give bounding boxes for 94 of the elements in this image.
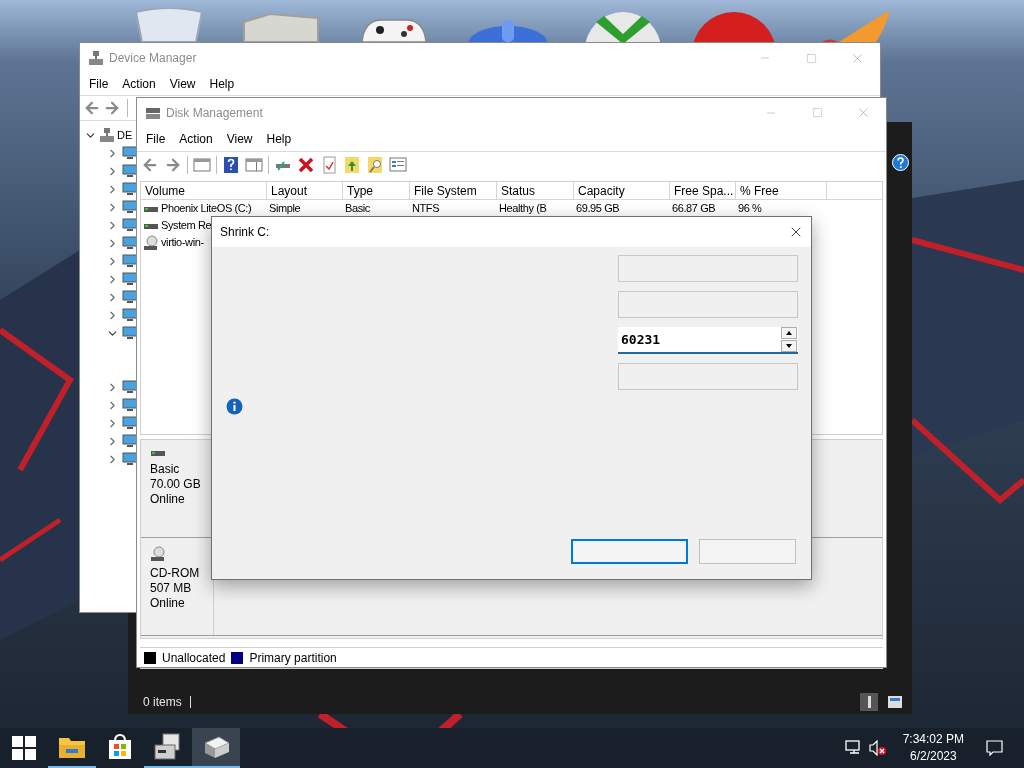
action-pane-icon[interactable] — [245, 155, 263, 174]
list-view-icon[interactable] — [389, 155, 407, 174]
column-header[interactable]: Free Spa... — [670, 182, 736, 199]
cd-drive-icon — [150, 546, 166, 562]
table-cell-text: 69.95 GB — [576, 201, 620, 217]
up-triangle-icon — [786, 331, 792, 335]
device-icon — [122, 218, 138, 232]
down-triangle-icon — [786, 344, 792, 348]
spin-down-button[interactable] — [781, 340, 797, 352]
table-cell-text: Healthy (B — [499, 201, 547, 217]
clock[interactable]: 7:34:02 PM 6/2/2023 — [896, 731, 970, 765]
folder-search-icon[interactable] — [366, 155, 384, 174]
device-icon — [122, 254, 138, 268]
printer-icon — [153, 733, 183, 761]
device-icon — [122, 308, 138, 322]
window-panes-icon — [12, 736, 36, 760]
help-icon[interactable] — [892, 154, 909, 171]
delete-icon[interactable] — [297, 155, 315, 174]
table-cell-text: Simple — [269, 201, 301, 217]
table-cell-text: 96 % — [738, 201, 762, 217]
menu-item[interactable]: File — [82, 75, 116, 93]
view-icon[interactable] — [860, 693, 878, 711]
table-cell-text: Basic — [345, 201, 370, 217]
disk-info-text: CD-ROM — [150, 566, 201, 581]
table-cell-text: System Re — [161, 218, 212, 234]
console-tree-icon[interactable] — [193, 155, 211, 174]
clock-time: 7:34:02 PM — [902, 731, 964, 748]
network-icon[interactable] — [844, 740, 863, 756]
dialog-button[interactable] — [571, 539, 688, 564]
speaker-icon[interactable] — [868, 740, 887, 756]
maximize-icon — [811, 107, 823, 118]
device-icon — [122, 236, 138, 250]
forward-icon[interactable] — [103, 99, 121, 117]
folder-icon — [58, 735, 86, 759]
menu-item[interactable]: File — [139, 130, 173, 148]
window-title: Device Manager — [109, 50, 197, 67]
disk-info-text: 507 MB — [150, 581, 193, 596]
device-icon — [122, 452, 138, 466]
device-icon — [122, 380, 138, 394]
device-icon — [122, 398, 138, 412]
column-header[interactable]: Type — [343, 182, 410, 199]
table-cell-text: NTFS — [412, 201, 440, 217]
window-title: Disk Management — [166, 104, 263, 122]
device-icon — [122, 164, 138, 178]
disk-info-text: Online — [150, 492, 186, 507]
tree-label[interactable]: DE — [117, 126, 133, 144]
device-icon — [122, 182, 138, 196]
table-cell-text: virtio-win- — [161, 235, 204, 251]
back-icon[interactable] — [83, 99, 101, 117]
column-header[interactable]: Capacity — [574, 182, 670, 199]
checked-document-icon[interactable] — [320, 155, 338, 174]
column-header[interactable]: Volume — [141, 182, 267, 199]
view-icon[interactable] — [886, 693, 904, 711]
legend-label: Unallocated — [162, 650, 226, 667]
taskbar-app-button[interactable] — [192, 728, 240, 768]
menu-item[interactable]: Action — [115, 75, 163, 93]
cd-drive-icon — [143, 234, 159, 251]
spin-up-button[interactable] — [781, 327, 797, 339]
device-icon — [122, 326, 138, 340]
column-header[interactable]: File System — [410, 182, 497, 199]
disk-info-text: Basic — [150, 462, 181, 477]
disk-info-text: Online — [150, 596, 186, 611]
device-icon — [122, 146, 138, 160]
device-icon — [122, 416, 138, 430]
shopping-bag-icon — [108, 734, 132, 760]
table-cell-text: 66.87 GB — [672, 201, 716, 217]
device-icon — [122, 290, 138, 304]
spin-box[interactable]: 60231 — [618, 327, 798, 354]
help-icon[interactable] — [222, 155, 240, 174]
column-header[interactable]: Status — [497, 182, 574, 199]
menu-item[interactable]: View — [219, 130, 260, 148]
drive-icon — [150, 448, 166, 458]
column-header[interactable]: % Free — [736, 182, 827, 199]
menu-item[interactable]: View — [162, 75, 203, 93]
device-icon — [122, 200, 138, 214]
menu-item[interactable]: Help — [259, 130, 299, 148]
column-header[interactable]: Layout — [267, 182, 343, 199]
folder-up-icon[interactable] — [343, 155, 361, 174]
clock-date: 6/2/2023 — [909, 748, 957, 765]
menu-item[interactable]: Action — [172, 130, 220, 148]
status-text: 0 items — [143, 694, 182, 711]
computer-tree-icon — [88, 50, 104, 66]
disk-info-text: 70.00 GB — [150, 477, 202, 492]
maximize-icon — [805, 52, 817, 64]
device-icon — [122, 272, 138, 286]
computer-tree-icon — [99, 127, 115, 143]
table-cell-text: Phoenix LiteOS (C:) — [161, 201, 252, 217]
info-icon — [226, 398, 243, 415]
menu-item[interactable]: Help — [202, 75, 242, 93]
device-icon — [122, 434, 138, 448]
dialog-title: Shrink C: — [220, 224, 270, 241]
trash-bin-icon[interactable] — [132, 8, 206, 42]
legend-label: Primary partition — [249, 650, 337, 667]
speech-bubble-icon — [985, 740, 1003, 756]
